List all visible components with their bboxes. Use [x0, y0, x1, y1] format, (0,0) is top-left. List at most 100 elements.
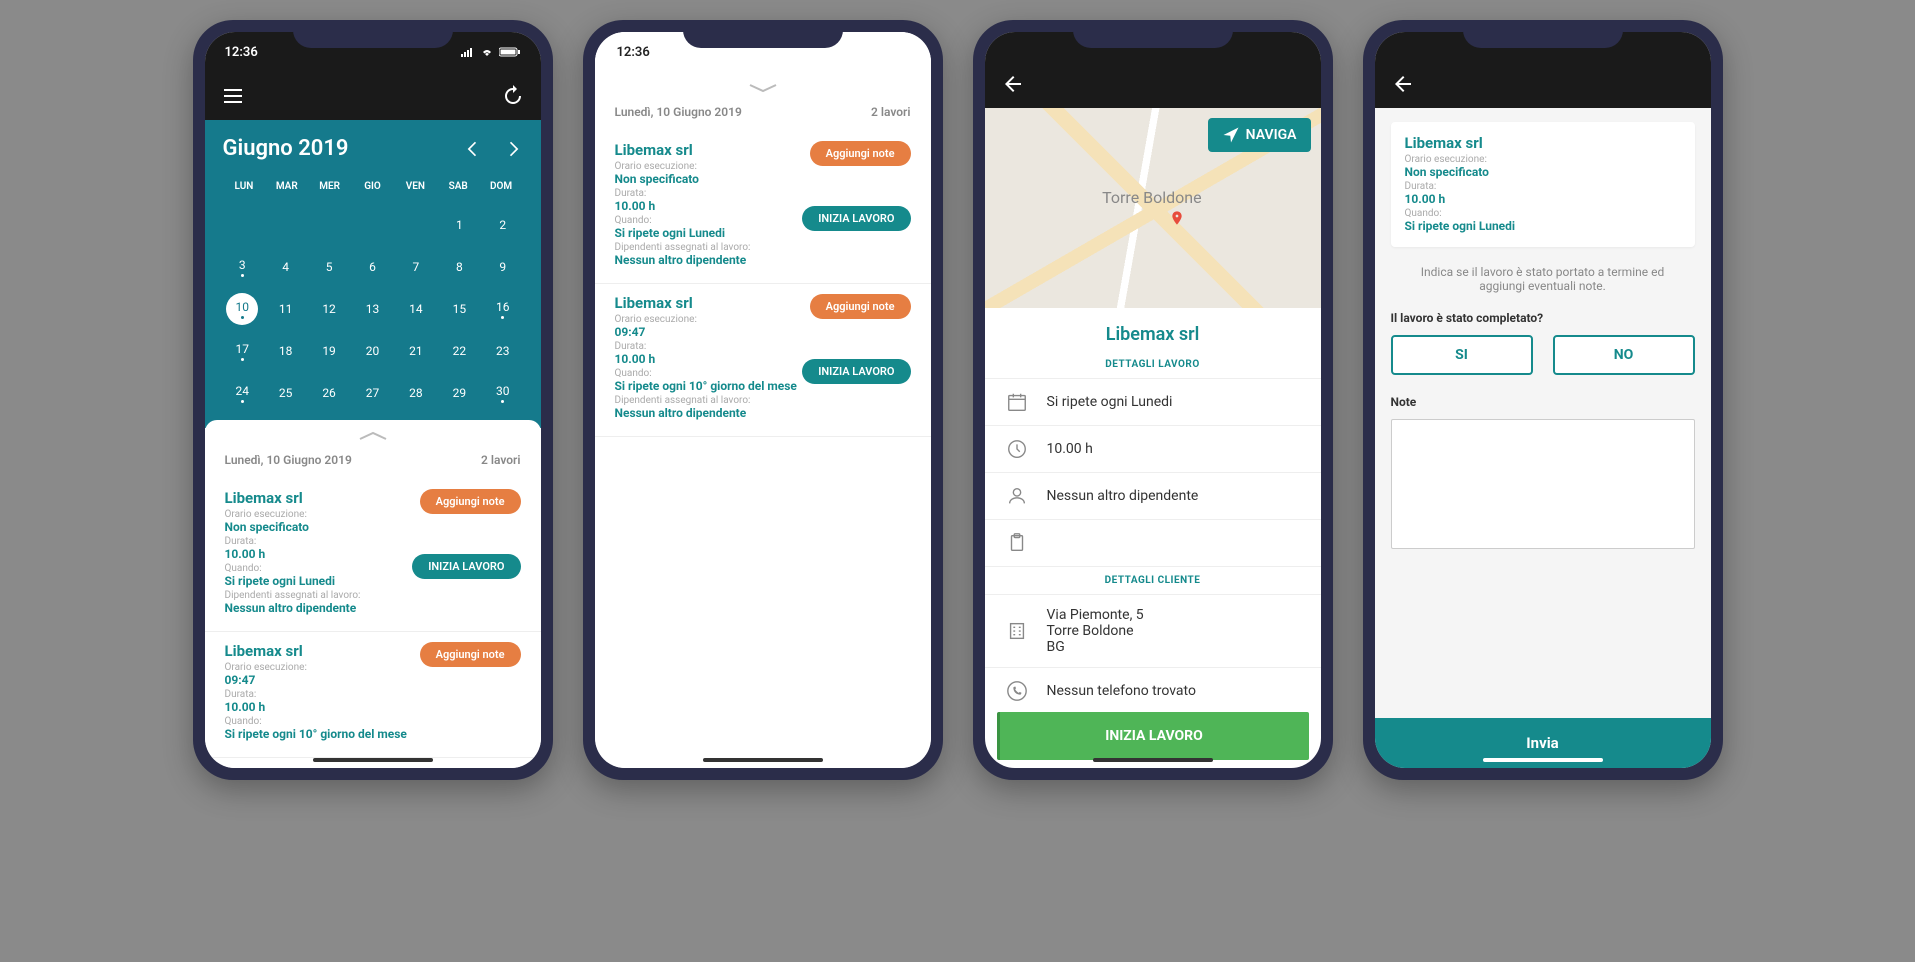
home-indicator[interactable] [1093, 758, 1213, 762]
start-work-button[interactable]: INIZIA LAVORO [802, 206, 910, 231]
calendar-day[interactable]: 10 [226, 293, 258, 325]
calendar-day[interactable]: 24 [223, 374, 262, 412]
calendar-day[interactable]: 15 [440, 290, 479, 328]
calendar-day[interactable]: 5 [309, 248, 348, 286]
calendar-day[interactable]: 2 [483, 206, 522, 244]
calendar-day[interactable]: 4 [266, 248, 305, 286]
section-work-label: DETTAGLI LAVORO [985, 351, 1321, 379]
summary-card: Libemax srl Orario esecuzione: Non speci… [1391, 122, 1695, 247]
calendar-day[interactable]: 26 [309, 374, 348, 412]
add-note-button[interactable]: Aggiungi note [420, 642, 521, 667]
calendar-day[interactable]: 19 [309, 332, 348, 370]
job-card[interactable]: Libemax srlOrario esecuzione:09:47Durata… [205, 632, 541, 758]
jobs-sheet: Lunedì, 10 Giugno 2019 2 lavori Libemax … [595, 32, 931, 768]
screen-complete-job: Libemax srl Orario esecuzione: Non speci… [1375, 32, 1711, 768]
refresh-icon[interactable] [501, 84, 525, 108]
detail-assignees: Nessun altro dipendente [985, 473, 1321, 520]
home-indicator[interactable] [703, 758, 823, 762]
calendar-day[interactable]: 13 [353, 290, 392, 328]
start-work-button[interactable]: INIZIA LAVORO [997, 712, 1309, 760]
card-quando-label: Quando: [1405, 208, 1681, 219]
add-note-button[interactable]: Aggiungi note [810, 141, 911, 166]
wifi-icon [479, 47, 495, 57]
calendar-day [309, 206, 348, 244]
card-orario-label: Orario esecuzione: [1405, 154, 1681, 165]
detail-notes [985, 520, 1321, 567]
navigate-button[interactable]: NAVIGA [1208, 118, 1311, 152]
calendar-day[interactable]: 30 [483, 374, 522, 412]
sheet-count: 2 lavori [871, 105, 910, 119]
calendar-day[interactable]: 11 [266, 290, 305, 328]
chevron-down-icon [748, 83, 778, 93]
no-button[interactable]: NO [1553, 335, 1695, 375]
status-icons [461, 47, 521, 57]
calendar-day[interactable]: 20 [353, 332, 392, 370]
calendar-day[interactable]: 12 [309, 290, 348, 328]
calendar-day[interactable]: 1 [440, 206, 479, 244]
sheet-handle[interactable] [205, 420, 541, 447]
calendar-day[interactable]: 18 [266, 332, 305, 370]
phone-icon [1006, 680, 1028, 702]
duration-value: 10.00 h [1047, 441, 1093, 457]
calendar-day [353, 206, 392, 244]
calendar-day[interactable]: 29 [440, 374, 479, 412]
start-work-button[interactable]: INIZIA LAVORO [802, 359, 910, 384]
job-durata-label: Durata: [615, 188, 803, 199]
clipboard-icon [1006, 532, 1028, 554]
job-title: Libemax srl [225, 642, 420, 660]
calendar-day[interactable]: 21 [396, 332, 435, 370]
detail-duration: 10.00 h [985, 426, 1321, 473]
calendar-day[interactable]: 6 [353, 248, 392, 286]
calendar-day[interactable]: 14 [396, 290, 435, 328]
note-textarea[interactable] [1391, 419, 1695, 549]
calendar-day[interactable]: 9 [483, 248, 522, 286]
weekday-label: SAB [437, 181, 480, 192]
calendar-weekdays: LUNMARMERGIOVENSABDOM [223, 181, 523, 192]
calendar-day[interactable]: 8 [440, 248, 479, 286]
job-card[interactable]: Libemax srlOrario esecuzione:Non specifi… [595, 131, 931, 284]
calendar-day[interactable]: 22 [440, 332, 479, 370]
add-note-button[interactable]: Aggiungi note [420, 489, 521, 514]
calendar-day[interactable]: 17 [223, 332, 262, 370]
job-card[interactable]: Libemax srlOrario esecuzione:Non specifi… [205, 479, 541, 632]
recurrence-value: Si ripete ogni Lunedi [1047, 394, 1173, 410]
card-quando: Si ripete ogni Lunedi [1405, 219, 1681, 233]
chevron-up-icon [358, 431, 388, 441]
jobs-sheet: Lunedì, 10 Giugno 2019 2 lavori Libemax … [205, 420, 541, 768]
screen-jobs-expanded: 12:36 Lunedì, 10 Giugno 2019 2 lavori Li… [595, 32, 931, 768]
helper-text: Indica se il lavoro è stato portato a te… [1391, 247, 1695, 311]
phone-value: Nessun telefono trovato [1047, 683, 1196, 699]
start-work-button[interactable]: INIZIA LAVORO [412, 554, 520, 579]
back-icon[interactable] [1001, 72, 1025, 96]
person-icon [1006, 485, 1028, 507]
assignees-value: Nessun altro dipendente [1047, 488, 1199, 504]
next-month-icon[interactable] [503, 139, 523, 159]
map[interactable]: Torre Boldone NAVIGA [985, 108, 1321, 308]
detail-address: Via Piemonte, 5 Torre Boldone BG [985, 595, 1321, 668]
calendar-day[interactable]: 28 [396, 374, 435, 412]
signal-icon [461, 47, 475, 57]
calendar-day[interactable]: 3 [223, 248, 262, 286]
back-icon[interactable] [1391, 72, 1415, 96]
job-orario-label: Orario esecuzione: [225, 662, 420, 673]
sheet-handle[interactable] [595, 72, 931, 99]
job-orario-value: Non specificato [615, 172, 803, 186]
add-note-button[interactable]: Aggiungi note [810, 294, 911, 319]
home-indicator[interactable] [313, 758, 433, 762]
weekday-label: DOM [480, 181, 523, 192]
menu-icon[interactable] [221, 84, 245, 108]
calendar-day[interactable]: 23 [483, 332, 522, 370]
job-card[interactable]: Libemax srlOrario esecuzione:09:47Durata… [595, 284, 931, 437]
calendar-day[interactable]: 27 [353, 374, 392, 412]
job-quando-label: Quando: [225, 716, 420, 727]
prev-month-icon[interactable] [463, 139, 483, 159]
calendar-day[interactable]: 7 [396, 248, 435, 286]
calendar-day[interactable]: 25 [266, 374, 305, 412]
phone-1: 12:36 Giugno 2019 LUNMARMERGIOVENSABDOM … [193, 20, 553, 780]
yes-button[interactable]: SI [1391, 335, 1533, 375]
calendar-day [396, 206, 435, 244]
job-quando-label: Quando: [615, 215, 803, 226]
card-title: Libemax srl [1405, 134, 1681, 152]
home-indicator[interactable] [1483, 758, 1603, 762]
calendar-day[interactable]: 16 [483, 290, 522, 328]
